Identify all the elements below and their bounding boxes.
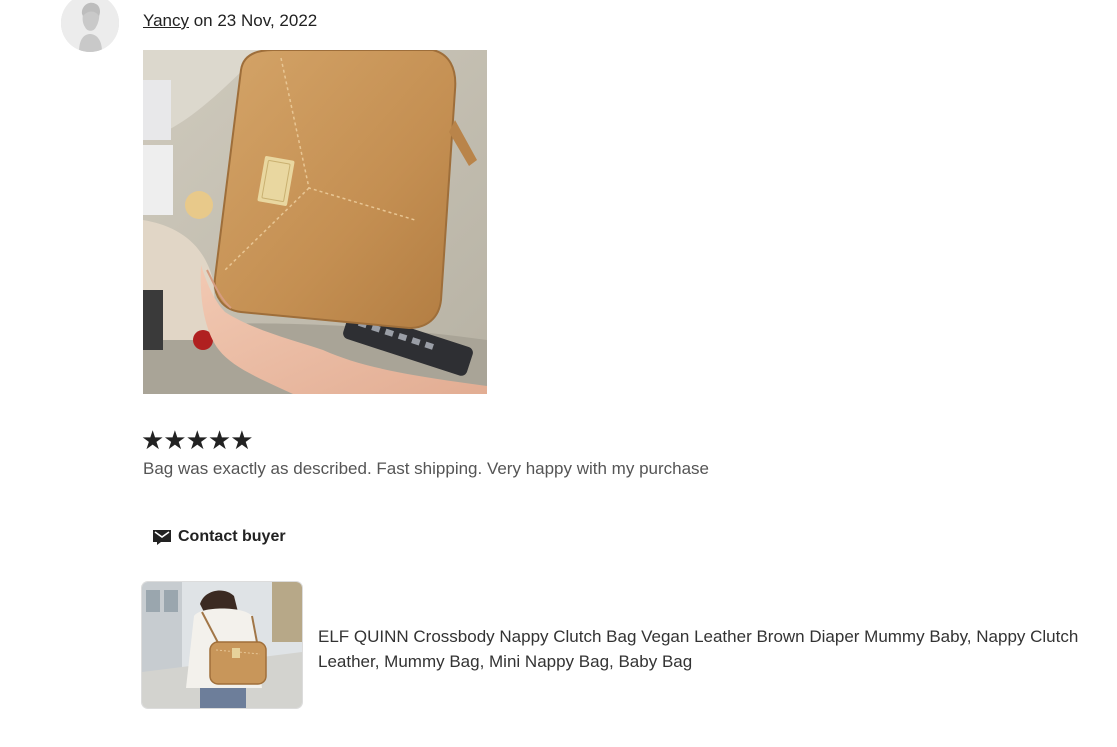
product-thumbnail-image [142, 582, 302, 708]
contact-buyer-label: Contact buyer [178, 528, 286, 545]
rating-stars: ★★★★★ [141, 425, 254, 455]
default-avatar-icon [61, 0, 119, 52]
reviewer-name-link[interactable]: Yancy [143, 11, 189, 30]
product-title-link[interactable]: ELF QUINN Crossbody Nappy Clutch Bag Veg… [318, 624, 1108, 674]
review-page: Yancy on 23 Nov, 2022 ★★★★★ Bag was exac… [0, 0, 1117, 747]
reviewer-avatar[interactable] [61, 0, 119, 52]
product-thumbnail[interactable] [142, 582, 302, 708]
envelope-icon [152, 528, 172, 546]
review-meta: Yancy on 23 Nov, 2022 [143, 10, 317, 32]
contact-buyer-button[interactable]: Contact buyer [146, 520, 292, 554]
review-photo-image [143, 50, 487, 394]
review-photo[interactable] [143, 50, 487, 394]
review-date: on 23 Nov, 2022 [189, 11, 318, 30]
review-text: Bag was exactly as described. Fast shipp… [143, 459, 710, 478]
